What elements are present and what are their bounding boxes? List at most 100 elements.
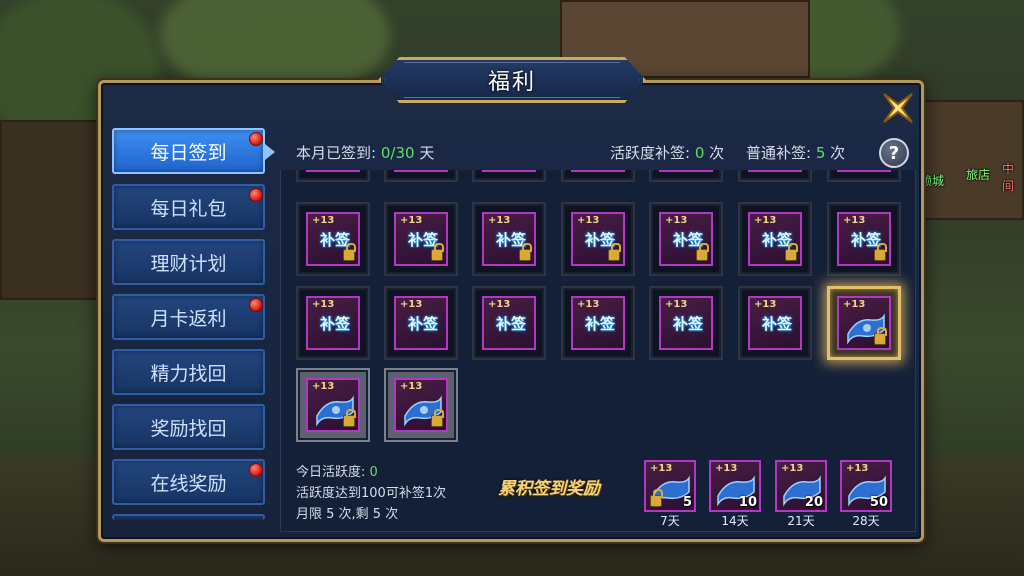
lock-icon xyxy=(431,243,444,261)
sidebar-item-reward-recover[interactable]: 奖励找回 xyxy=(112,404,265,450)
notification-dot xyxy=(249,463,263,477)
notification-dot xyxy=(249,298,263,312)
signin-cell[interactable]: +13 补签 xyxy=(827,202,901,276)
signin-cell[interactable]: +13 补签 xyxy=(296,202,370,276)
sidebar-item-finance-plan[interactable]: 理财计划 xyxy=(112,239,265,285)
cumulative-reward-item[interactable]: +13 20 xyxy=(775,460,827,512)
signin-cell[interactable] xyxy=(827,170,901,182)
signin-cell[interactable]: +13 补签 xyxy=(561,286,635,360)
reward-day-label: 21天 xyxy=(787,514,815,528)
active-makeup-text: 活跃度补签: 0 次 xyxy=(610,142,724,163)
signin-cell[interactable] xyxy=(649,170,723,182)
makeup-sign-label: 补签 xyxy=(319,315,350,333)
signin-cell[interactable] xyxy=(738,170,812,182)
level-label: +13 xyxy=(312,299,335,310)
map-label: 旅店 xyxy=(966,168,991,182)
cumulative-reward-item[interactable]: +13 5 xyxy=(644,460,696,512)
map-label: 中间 xyxy=(1002,162,1015,193)
cumulative-reward-item[interactable]: +13 50 xyxy=(840,460,892,512)
level-label: +13 xyxy=(577,299,600,310)
normal-makeup-text: 普通补签: 5 次 xyxy=(746,142,845,163)
makeup-sign-label: 补签 xyxy=(407,315,438,333)
background-map-labels: 赖城 旅店 中间 xyxy=(914,120,1024,230)
signin-cell[interactable]: +13 补签 xyxy=(384,286,458,360)
signin-cell[interactable]: +13 补签 xyxy=(384,202,458,276)
signin-cell[interactable]: +13 补签 xyxy=(561,202,635,276)
sidebar-item-partial[interactable] xyxy=(112,514,265,520)
lock-icon xyxy=(874,327,887,345)
sidebar-item-daily-gift[interactable]: 每日礼包 xyxy=(112,184,265,230)
normal-makeup-value: 5 xyxy=(815,144,826,162)
level-label: +13 xyxy=(312,381,335,392)
level-label: +13 xyxy=(488,299,511,310)
signin-cell[interactable]: +13 补签 xyxy=(649,286,723,360)
cumulative-reward-item[interactable]: +13 10 xyxy=(709,460,761,512)
signed-label: 本月已签到: xyxy=(296,144,377,162)
sidebar-item-label: 在线奖励 xyxy=(150,472,227,495)
level-label: +13 xyxy=(781,463,804,474)
signin-cell[interactable]: +13 补签 xyxy=(738,202,812,276)
sidebar-item-label: 理财计划 xyxy=(150,252,227,275)
active-makeup-unit: 次 xyxy=(709,144,725,162)
signin-cell[interactable] xyxy=(384,170,458,182)
signin-cell[interactable]: +13 补签 xyxy=(472,286,546,360)
makeup-sign-label: 补签 xyxy=(495,315,526,333)
lock-icon xyxy=(431,409,444,427)
sidebar-item-online-reward[interactable]: 在线奖励 xyxy=(112,459,265,505)
sidebar-item-monthly-card[interactable]: 月卡返利 xyxy=(112,294,265,340)
lock-icon xyxy=(519,243,532,261)
lock-icon xyxy=(785,243,798,261)
signin-cell[interactable] xyxy=(296,170,370,182)
activity-info: 今日活跃度: 0 活跃度达到100可补签1次 月限 5 次,剩 5 次 xyxy=(296,462,446,525)
level-label: +13 xyxy=(843,299,866,310)
normal-makeup-label: 普通补签: xyxy=(746,144,812,162)
level-label: +13 xyxy=(715,463,738,474)
help-question-icon: ? xyxy=(888,142,900,164)
close-x-icon xyxy=(883,93,913,123)
lock-icon xyxy=(650,489,663,507)
signin-cell[interactable]: +13 补签 xyxy=(649,202,723,276)
signin-cell[interactable] xyxy=(561,170,635,182)
signin-cell[interactable]: +13 xyxy=(296,368,370,442)
makeup-sign-label: 补签 xyxy=(761,315,792,333)
level-label: +13 xyxy=(577,215,600,226)
panel-title: 福利 xyxy=(487,70,536,95)
makeup-sign-label: 补签 xyxy=(584,315,615,333)
month-limit-text: 月限 5 次,剩 5 次 xyxy=(296,507,399,522)
lock-icon xyxy=(343,243,356,261)
level-label: +13 xyxy=(754,299,777,310)
active-makeup-value: 0 xyxy=(694,144,705,162)
signed-unit: 天 xyxy=(419,144,435,162)
sidebar-item-label: 精力找回 xyxy=(150,362,227,385)
signin-cell[interactable]: +13 补签 xyxy=(738,286,812,360)
notification-dot xyxy=(249,132,263,146)
reward-day-label: 28天 xyxy=(852,514,880,528)
sidebar-item-label: 月卡返利 xyxy=(150,307,227,330)
sidebar-item-label: 奖励找回 xyxy=(150,417,227,440)
signin-cell[interactable]: +13 补签 xyxy=(472,202,546,276)
sidebar-item-energy-recover[interactable]: 精力找回 xyxy=(112,349,265,395)
signin-cell[interactable]: +13 xyxy=(384,368,458,442)
level-label: +13 xyxy=(400,215,423,226)
lock-icon xyxy=(608,243,621,261)
notification-dot xyxy=(249,188,263,202)
level-label: +13 xyxy=(754,215,777,226)
lock-icon xyxy=(343,409,356,427)
signin-cell[interactable] xyxy=(472,170,546,182)
reward-count: 50 xyxy=(869,495,888,510)
level-label: +13 xyxy=(665,215,688,226)
reward-day-label: 14天 xyxy=(721,514,749,528)
reward-day-label: 7天 xyxy=(660,514,680,528)
normal-makeup-unit: 次 xyxy=(830,144,846,162)
activity-rule-text: 活跃度达到100可补签1次 xyxy=(296,486,447,501)
close-button[interactable] xyxy=(876,86,920,130)
signin-cell[interactable]: +13 补签 xyxy=(296,286,370,360)
signin-status-bar: 本月已签到: 0/30 天 活跃度补签: 0 次 普通补签: 5 次 xyxy=(280,130,916,170)
level-label: +13 xyxy=(488,215,511,226)
sidebar-item-daily-signin[interactable]: 每日签到 xyxy=(112,128,275,174)
level-label: +13 xyxy=(846,463,869,474)
cumulative-reward-title: 累积签到奖励 xyxy=(498,479,600,499)
lock-icon xyxy=(874,243,887,261)
signin-cell-today[interactable]: +13 xyxy=(827,286,901,360)
help-button[interactable]: ? xyxy=(879,138,909,168)
